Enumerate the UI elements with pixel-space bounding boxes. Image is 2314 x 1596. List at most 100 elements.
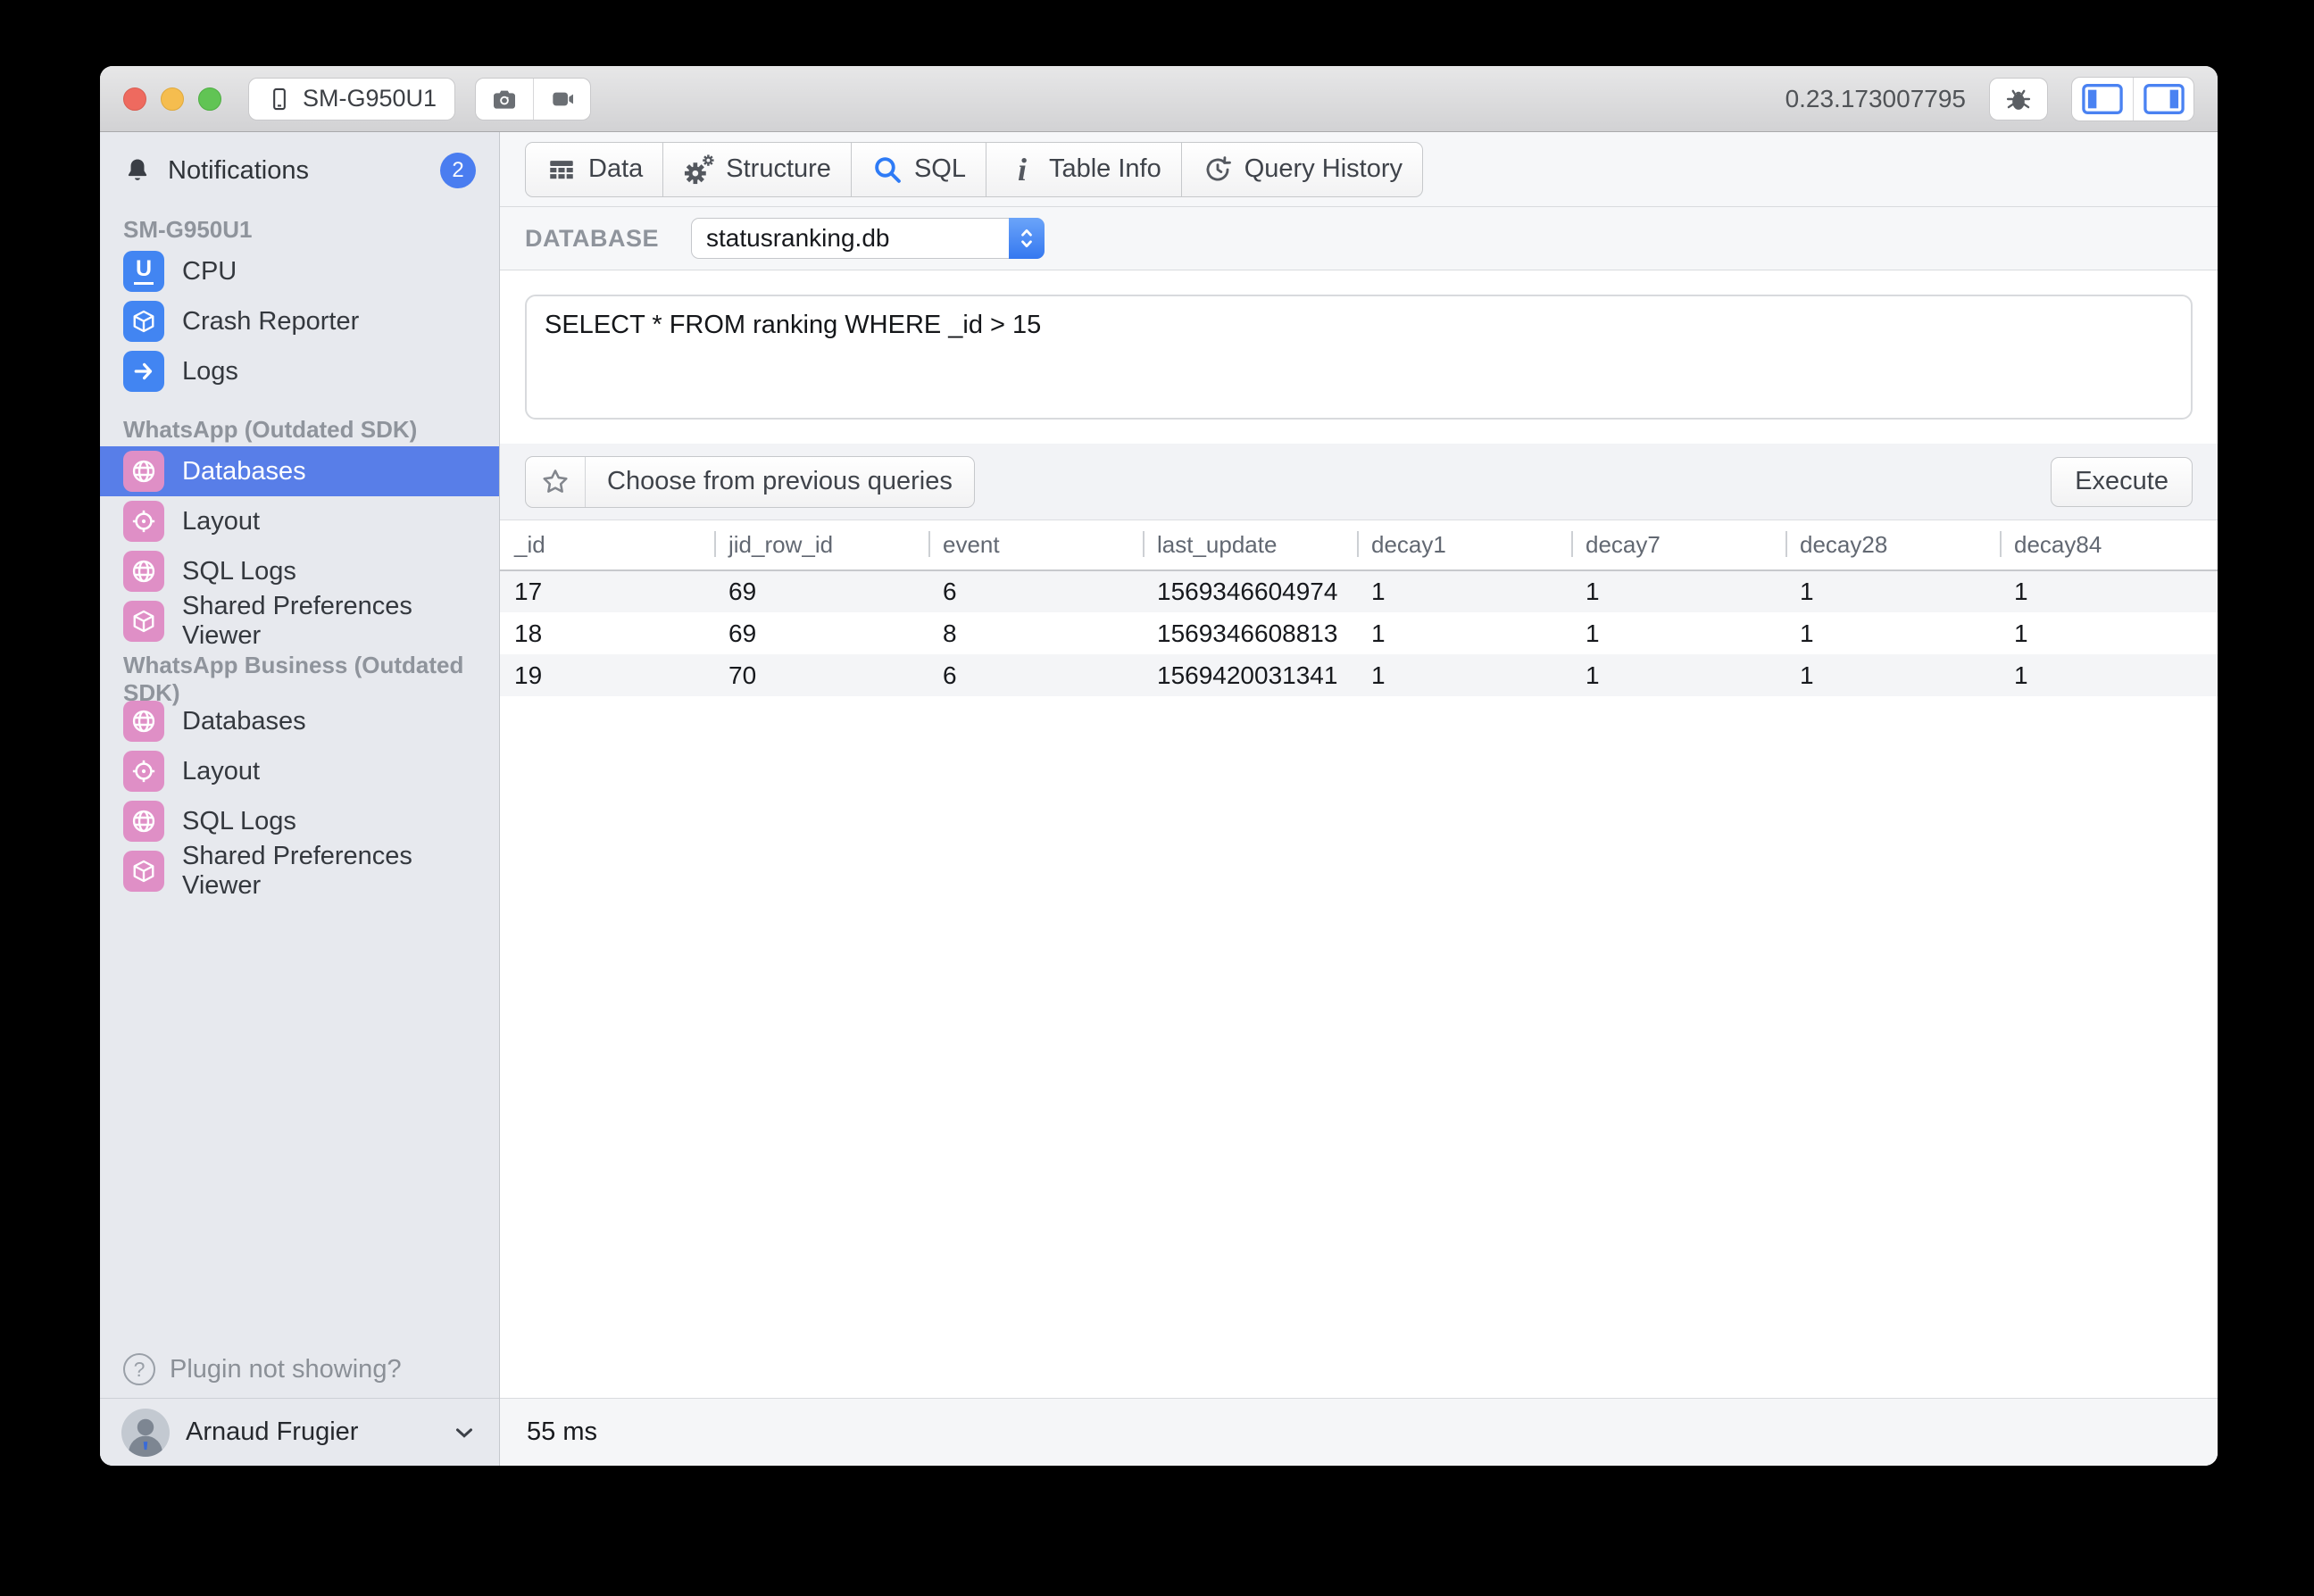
sidebar-item-label: Databases	[182, 707, 306, 736]
column-divider	[1571, 531, 1573, 557]
flipper-window: SM-G950U1 0.23.173007795	[100, 66, 2218, 1466]
traffic-lights	[123, 87, 221, 111]
column-header-decay1[interactable]: decay1	[1357, 520, 1571, 570]
column-divider	[1143, 531, 1145, 557]
column-header-label: _id	[514, 531, 545, 558]
tab-query-history[interactable]: Query History	[1181, 143, 1422, 196]
plugin-help-link[interactable]: ? Plugin not showing?	[100, 1341, 499, 1398]
maximize-button[interactable]	[198, 87, 221, 111]
tab-label: Table Info	[1049, 154, 1161, 184]
results-table-area: _id jid_row_id event last_update decay1 decay…	[500, 520, 2218, 1398]
tab-label: SQL	[914, 154, 966, 184]
table-cell: 1	[1785, 570, 2000, 612]
choose-previous-queries-button[interactable]: Choose from previous queries	[585, 457, 974, 507]
tab-table-info[interactable]: iTable Info	[986, 143, 1181, 196]
video-camera-icon	[548, 85, 577, 113]
sidebar-item-databases[interactable]: Databases	[100, 446, 499, 496]
tab-structure[interactable]: Structure	[662, 143, 851, 196]
column-divider	[928, 531, 930, 557]
user-menu[interactable]: Arnaud Frugier	[100, 1398, 499, 1466]
table-row[interactable]: 1869815693466088131111	[500, 612, 2218, 654]
screenshot-button[interactable]	[476, 79, 533, 120]
arrow-right-icon	[123, 351, 164, 392]
view-mode-bar: DataStructure SQL iTable InfoQuery History	[500, 132, 2218, 207]
column-header-decay84[interactable]: decay84	[2000, 520, 2218, 570]
table-cell: 19	[500, 654, 714, 696]
close-button[interactable]	[123, 87, 146, 111]
column-header-label: event	[943, 531, 1000, 558]
execute-button[interactable]: Execute	[2051, 457, 2193, 507]
bug-report-button[interactable]	[1989, 78, 2048, 121]
device-name: SM-G950U1	[303, 85, 437, 112]
sidebar-item-shared-preferences-viewer[interactable]: Shared Preferences Viewer	[100, 596, 499, 646]
device-selector-button[interactable]: SM-G950U1	[248, 78, 455, 121]
table-cell: 1569420031341	[1143, 654, 1357, 696]
minimize-button[interactable]	[161, 87, 184, 111]
column-header-last-update[interactable]: last_update	[1143, 520, 1357, 570]
table-cell: 8	[928, 612, 1143, 654]
column-header-label: decay28	[1800, 531, 1887, 558]
table-cell: 1	[1571, 612, 1785, 654]
database-select-value: statusranking.db	[706, 224, 889, 253]
table-cell: 1	[1357, 612, 1571, 654]
column-header-id[interactable]: _id	[500, 520, 714, 570]
history-icon	[1202, 154, 1234, 186]
table-cell: 1	[1785, 612, 2000, 654]
sidebar-item-shared-preferences-viewer[interactable]: Shared Preferences Viewer	[100, 846, 499, 896]
column-header-jid-row-id[interactable]: jid_row_id	[714, 520, 928, 570]
plugin-help-label: Plugin not showing?	[170, 1355, 402, 1384]
left-panel-icon	[2082, 83, 2123, 115]
column-header-label: decay1	[1371, 531, 1446, 558]
globe-icon	[123, 701, 164, 742]
sidebar-item-label: Layout	[182, 507, 260, 536]
screen-record-button[interactable]	[533, 79, 590, 120]
sidebar-item-label: Logs	[182, 357, 238, 387]
window-content: Notifications 2 SM-G950U1UCPUCrash Repor…	[100, 132, 2218, 1466]
sidebar-item-layout[interactable]: Layout	[100, 496, 499, 546]
table-cell: 17	[500, 570, 714, 612]
select-arrows-icon	[1009, 218, 1045, 259]
toggle-right-panel-button[interactable]	[2133, 78, 2193, 121]
column-header-event[interactable]: event	[928, 520, 1143, 570]
sidebar-item-cpu[interactable]: UCPU	[100, 246, 499, 296]
column-header-label: decay84	[2014, 531, 2102, 558]
sidebar-item-sql-logs[interactable]: SQL Logs	[100, 546, 499, 596]
grid-icon	[545, 154, 578, 186]
camera-icon	[490, 85, 519, 113]
cube-icon	[123, 301, 164, 342]
favorite-query-button[interactable]	[526, 457, 585, 507]
table-row[interactable]: 1970615694200313411111	[500, 654, 2218, 696]
sidebar-sections: SM-G950U1UCPUCrash ReporterLogsWhatsApp …	[100, 196, 499, 896]
table-cell: 70	[714, 654, 928, 696]
sidebar-item-notifications[interactable]: Notifications 2	[100, 145, 499, 196]
table-cell: 69	[714, 570, 928, 612]
user-name: Arnaud Frugier	[186, 1417, 358, 1447]
globe-icon	[123, 801, 164, 842]
sidebar-item-sql-logs[interactable]: SQL Logs	[100, 796, 499, 846]
sidebar-item-crash-reporter[interactable]: Crash Reporter	[100, 296, 499, 346]
query-actions-row: Choose from previous queries Execute	[500, 444, 2218, 520]
u-letter-icon: U	[123, 251, 164, 292]
titlebar: SM-G950U1 0.23.173007795	[100, 66, 2218, 132]
sidebar-item-label: Shared Preferences Viewer	[182, 842, 476, 901]
view-mode-tabs: DataStructure SQL iTable InfoQuery History	[525, 142, 1423, 197]
table-row[interactable]: 1769615693466049741111	[500, 570, 2218, 612]
column-header-decay7[interactable]: decay7	[1571, 520, 1785, 570]
sidebar-section-label: WhatsApp (Outdated SDK)	[100, 412, 499, 446]
notifications-label: Notifications	[168, 156, 309, 186]
sidebar-item-layout[interactable]: Layout	[100, 746, 499, 796]
column-header-decay28[interactable]: decay28	[1785, 520, 2000, 570]
sidebar-section-label: WhatsApp Business (Outdated SDK)	[100, 662, 499, 696]
tab-data[interactable]: Data	[526, 143, 662, 196]
notifications-badge: 2	[440, 153, 476, 188]
query-input[interactable]: SELECT * FROM ranking WHERE _id > 15	[525, 295, 2193, 420]
database-select[interactable]: statusranking.db	[691, 218, 1045, 259]
tab-sql[interactable]: SQL	[851, 143, 986, 196]
status-bar: 55 ms	[500, 1398, 2218, 1466]
toggle-left-panel-button[interactable]	[2072, 78, 2133, 121]
sidebar-item-logs[interactable]: Logs	[100, 346, 499, 396]
table-cell: 69	[714, 612, 928, 654]
table-cell: 1569346604974	[1143, 570, 1357, 612]
table-header-row: _id jid_row_id event last_update decay1 decay…	[500, 520, 2218, 570]
sidebar-item-label: SQL Logs	[182, 557, 296, 586]
